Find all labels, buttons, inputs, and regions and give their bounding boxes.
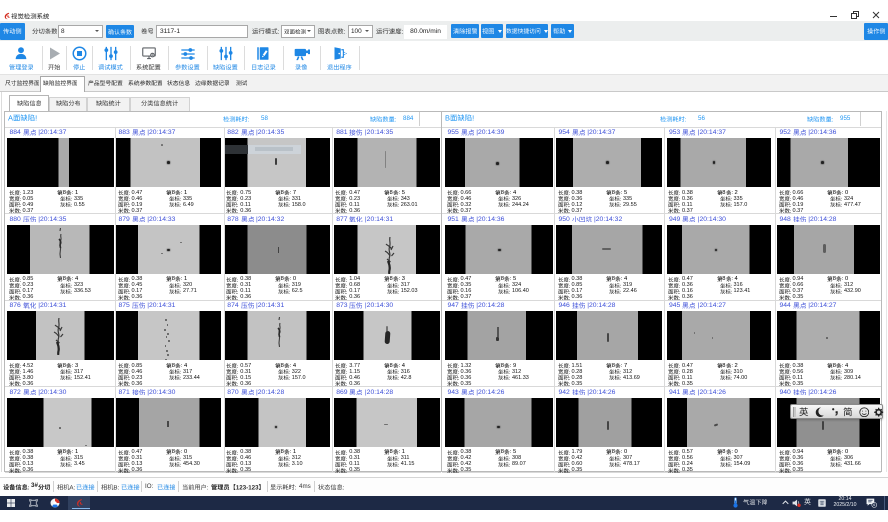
svg-text:6: 6 xyxy=(873,503,875,507)
